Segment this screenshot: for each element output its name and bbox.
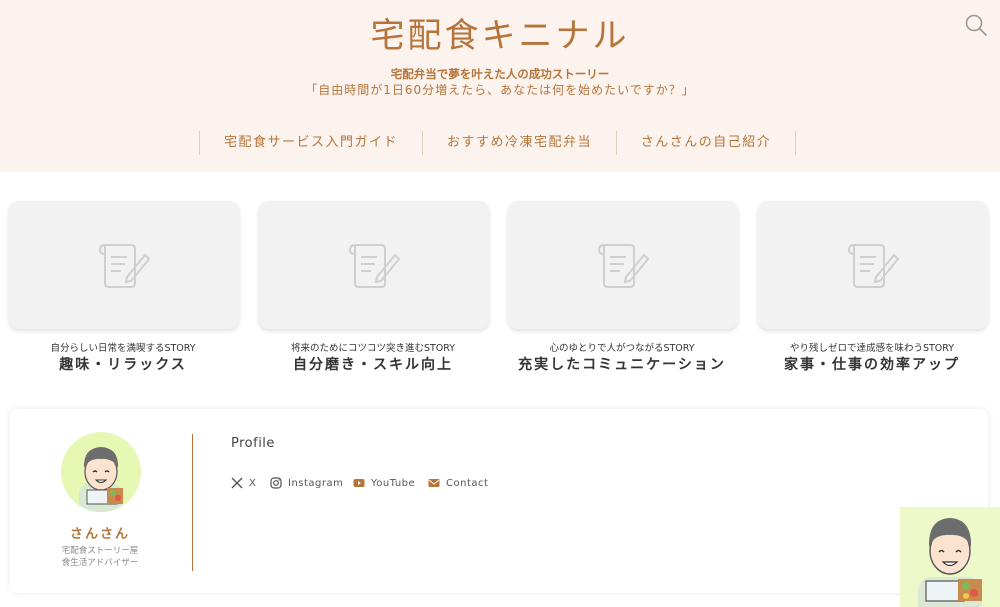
mail-icon: [428, 479, 440, 487]
card-title[interactable]: 家事・仕事の効率アップ: [747, 354, 997, 374]
document-icon: [597, 244, 650, 288]
avatar: [61, 432, 141, 512]
nav-item-about[interactable]: さんさんの自己紹介: [616, 131, 796, 155]
card-subtitle: 将来のためにコツコツ突き進むSTORY: [290, 343, 456, 354]
social-link-x[interactable]: X: [231, 476, 256, 490]
social-link-contact[interactable]: Contact: [428, 476, 488, 490]
search-icon[interactable]: [964, 13, 988, 37]
card-title[interactable]: 充実したコミュニケーション: [497, 354, 747, 374]
site-title[interactable]: 宅配食キニナル: [0, 8, 1000, 57]
profile-divider: [192, 434, 193, 571]
nav-item-recommend[interactable]: おすすめ冷凍宅配弁当: [422, 131, 616, 155]
card-title[interactable]: 自分磨き・スキル向上: [248, 354, 498, 374]
card-subtitle: 自分らしい日常を満喫するSTORY: [50, 343, 196, 354]
document-icon: [348, 244, 401, 288]
social-link-youtube[interactable]: YouTube: [353, 476, 415, 490]
social-link-label: YouTube: [371, 477, 416, 489]
social-link-label: X: [249, 477, 257, 489]
social-link-label: Instagram: [288, 477, 344, 489]
profile-name: さんさん: [69, 527, 130, 542]
story-card-thumbnail[interactable]: [259, 201, 489, 329]
social-link-instagram[interactable]: Instagram: [270, 476, 343, 490]
x-icon: [231, 477, 243, 489]
profile-heading: Profile: [231, 436, 275, 451]
card-subtitle: 心のゆとりで人がつながるSTORY: [549, 343, 695, 354]
card-subtitle: やり残しゼロで達成感を味わうSTORY: [789, 343, 955, 354]
profile-role: 宅配食ストーリー屋 食生活アドバイザー: [40, 545, 160, 569]
story-card-thumbnail[interactable]: [758, 201, 988, 329]
profile-role-line: 宅配食ストーリー屋: [61, 546, 139, 556]
story-card-thumbnail[interactable]: [9, 201, 239, 329]
story-card-thumbnail[interactable]: [508, 201, 738, 329]
youtube-icon: [353, 479, 365, 487]
floating-avatar-button[interactable]: [900, 507, 1000, 607]
site-subline: 「自由時間が1日60分増えたら、あなたは何を始めたいですか？」: [305, 83, 695, 97]
global-nav: 宅配食サービス入門ガイド おすすめ冷凍宅配弁当 さんさんの自己紹介: [199, 131, 796, 155]
document-icon: [98, 244, 151, 288]
nav-item-guide[interactable]: 宅配食サービス入門ガイド: [199, 131, 422, 155]
site-tagline: 宅配弁当で夢を叶えた人の成功ストーリー: [390, 67, 610, 81]
document-icon: [847, 244, 900, 288]
card-title[interactable]: 趣味・リラックス: [0, 354, 248, 374]
profile-role-line: 食生活アドバイザー: [61, 558, 139, 568]
instagram-icon: [270, 477, 282, 489]
social-link-label: Contact: [446, 477, 489, 489]
